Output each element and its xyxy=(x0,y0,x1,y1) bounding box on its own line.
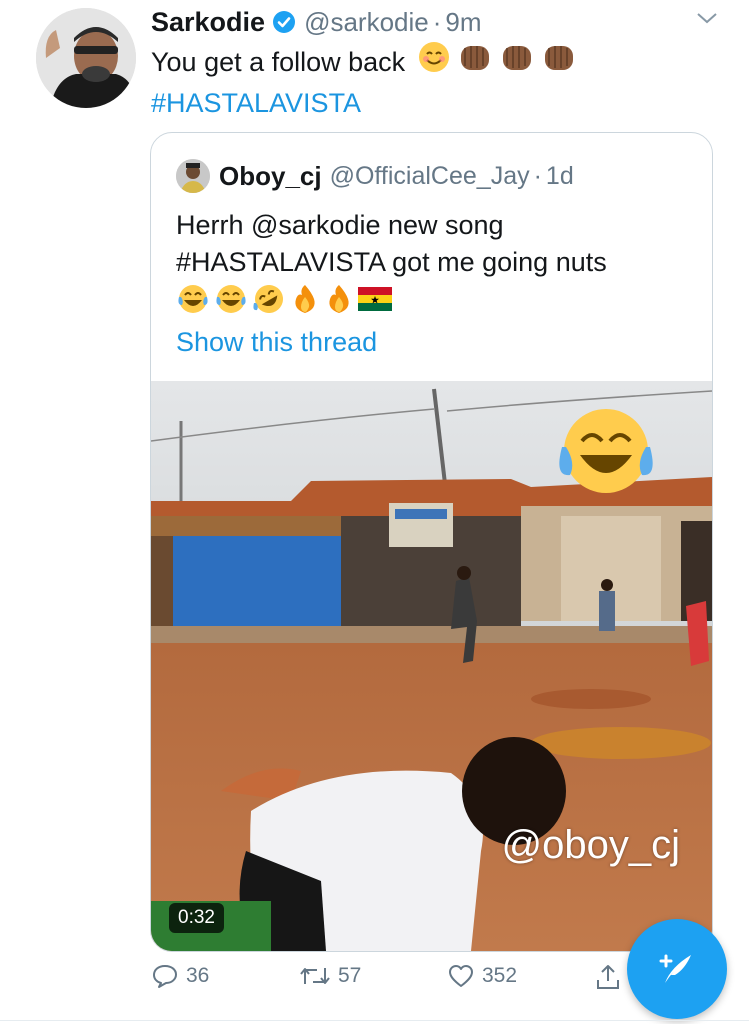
reply-button[interactable]: 36 xyxy=(151,962,209,990)
tweet-header: Sarkodie @sarkodie · 9m xyxy=(151,4,719,40)
tweet-hashtag[interactable]: #HASTALAVISTA xyxy=(151,84,577,122)
show-thread-link[interactable]: Show this thread xyxy=(176,327,377,358)
quoted-text-line: #HASTALAVISTA got me going nuts xyxy=(176,247,607,277)
video-watermark: @oboy_cj xyxy=(501,823,680,867)
quoted-header: Oboy_cj @OfficialCee_Jay · 1d xyxy=(176,157,574,195)
fist-bump-icon xyxy=(541,40,577,84)
fist-bump-icon xyxy=(457,40,493,84)
like-count: 352 xyxy=(482,964,518,987)
quoted-time-separator: · xyxy=(533,161,542,190)
quoted-text-line: Herrh @sarkodie new song xyxy=(176,210,504,240)
fire-icon xyxy=(290,283,320,320)
quoted-text: Herrh @sarkodie new song #HASTALAVISTA g… xyxy=(176,207,696,281)
divider xyxy=(0,1020,749,1021)
quoted-avatar xyxy=(176,159,210,193)
retweet-count: 57 xyxy=(338,964,362,987)
quoted-tweet[interactable]: Oboy_cj @OfficialCee_Jay · 1d Herrh @sar… xyxy=(150,132,713,952)
heart-icon xyxy=(449,965,473,987)
like-button[interactable]: 352 xyxy=(447,962,517,990)
video-duration: 0:32 xyxy=(169,903,224,933)
time-separator: · xyxy=(432,6,442,37)
compose-feather-icon xyxy=(659,954,691,983)
avatar[interactable] xyxy=(36,8,136,108)
author-name[interactable]: Sarkodie xyxy=(151,7,265,38)
quoted-author-handle: @OfficialCee_Jay xyxy=(329,161,530,190)
tweet-time[interactable]: 9m xyxy=(445,7,481,38)
tears-of-joy-icon xyxy=(176,283,210,320)
rolling-laughing-icon xyxy=(252,283,286,320)
smiling-face-icon xyxy=(417,40,451,84)
verified-badge-icon xyxy=(272,10,296,34)
tweet-text: You get a follow back #HASTALAVISTA xyxy=(151,40,577,122)
fire-icon xyxy=(324,283,354,320)
quoted-time: 1d xyxy=(545,161,574,190)
reply-icon xyxy=(153,965,177,988)
quoted-author-name: Oboy_cj xyxy=(219,160,322,191)
reply-count: 36 xyxy=(186,964,210,987)
retweet-icon xyxy=(300,968,330,984)
video-player[interactable]: @oboy_cj 0:32 xyxy=(151,381,712,951)
quoted-emojis xyxy=(176,283,392,320)
compose-tweet-button[interactable] xyxy=(627,919,727,1019)
fist-bump-icon xyxy=(499,40,535,84)
share-button[interactable] xyxy=(594,962,622,992)
share-icon xyxy=(597,965,619,989)
ghana-flag-icon xyxy=(358,287,392,316)
retweet-button[interactable]: 57 xyxy=(299,962,361,990)
author-handle: @sarkodie xyxy=(304,6,429,37)
tweet-actions: 36 57 352 xyxy=(151,962,631,1002)
tweet-body: You get a follow back xyxy=(151,47,406,77)
tears-of-joy-icon xyxy=(214,283,248,320)
chevron-down-icon[interactable] xyxy=(695,10,719,31)
